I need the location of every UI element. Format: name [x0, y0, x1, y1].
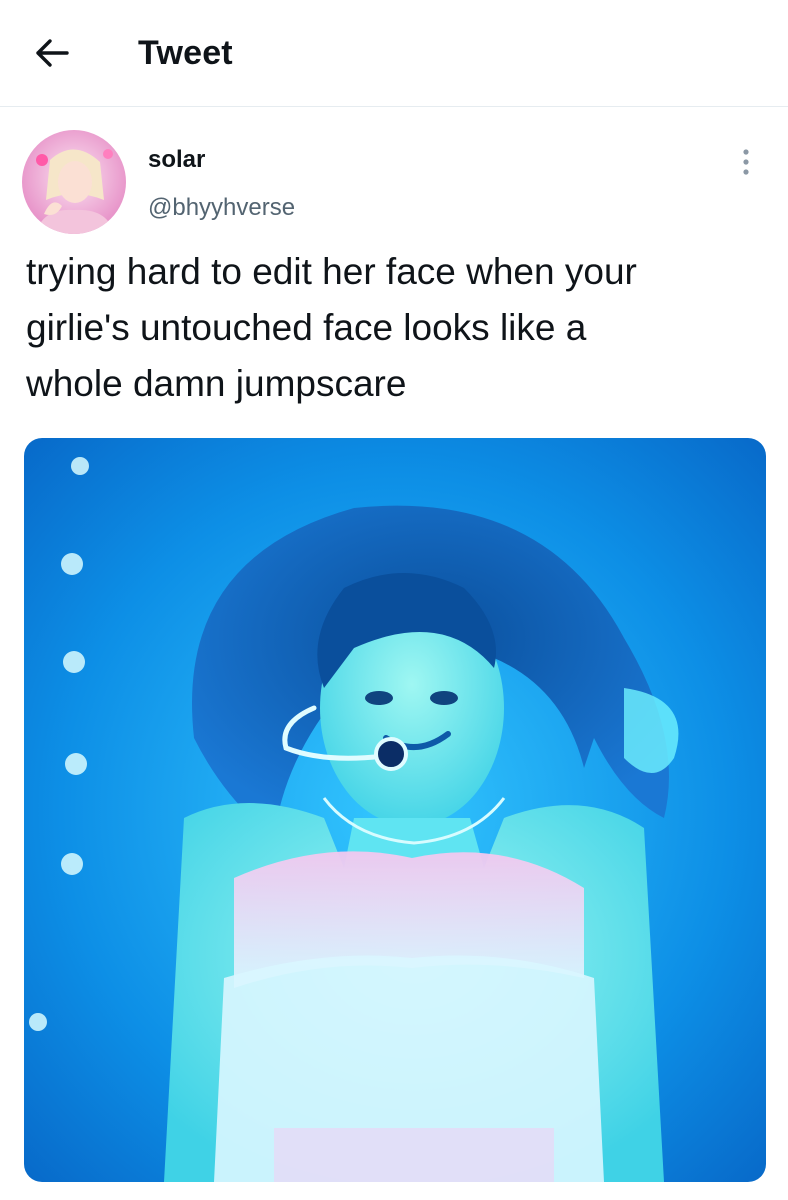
more-options-button[interactable] [728, 142, 764, 186]
tweet-media-image[interactable] [24, 438, 766, 1182]
back-button[interactable] [24, 30, 80, 80]
author-display-name[interactable]: solar [148, 146, 205, 174]
tweet-text: trying hard to edit her face when your g… [26, 251, 637, 404]
arrow-left-icon [34, 38, 70, 73]
more-vertical-icon [741, 147, 751, 182]
page-title: Tweet [138, 34, 233, 72]
avatar[interactable] [22, 130, 126, 234]
top-app-bar: Tweet [0, 0, 788, 107]
author-handle[interactable]: @bhyyhverse [148, 194, 295, 222]
